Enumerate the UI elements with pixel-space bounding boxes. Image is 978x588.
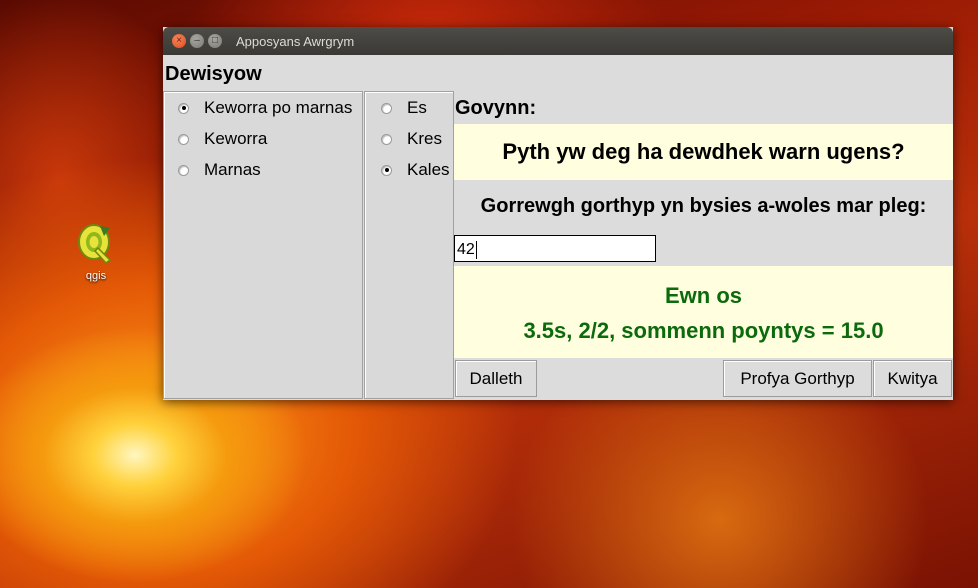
mode-option-label: Keworra po marnas: [204, 98, 353, 117]
qgis-desktop-icon[interactable]: qgis: [70, 222, 122, 282]
result-box: Ewn os 3.5s, 2/2, sommenn poyntys = 15.0: [454, 266, 953, 358]
mode-panel: Keworra po marnas Keworra Marnas: [163, 91, 363, 399]
quit-button[interactable]: Kwitya: [873, 360, 952, 397]
window-content: Dewisyow Keworra po marnas Keworra Marna…: [163, 55, 953, 400]
window-title: Apposyans Awrgrym: [236, 34, 355, 49]
options-heading: Dewisyow: [165, 63, 262, 85]
mode-option-label: Keworra: [204, 129, 268, 148]
desktop-icon-label: qgis: [85, 270, 107, 282]
difficulty-option-1[interactable]: Es: [381, 97, 427, 119]
title-bar[interactable]: × – □ Apposyans Awrgrym: [163, 27, 953, 55]
check-answer-button[interactable]: Profya Gorthyp: [723, 360, 872, 397]
mode-option-label: Marnas: [204, 160, 261, 179]
minimize-button[interactable]: –: [190, 34, 204, 48]
answer-instruction: Gorrewgh gorthyp yn bysies a-woles mar p…: [480, 195, 927, 217]
difficulty-option-label: Es: [407, 98, 427, 117]
radio-selected[interactable]: [178, 102, 189, 114]
qgis-icon: [76, 222, 116, 266]
difficulty-option-3[interactable]: Kales: [381, 159, 450, 181]
answer-value: 42: [457, 241, 475, 258]
app-window: × – □ Apposyans Awrgrym Dewisyow Keworra…: [163, 27, 953, 400]
maximize-button[interactable]: □: [208, 34, 222, 48]
result-score: 3.5s, 2/2, sommenn poyntys = 15.0: [523, 318, 884, 343]
difficulty-panel: Es Kres Kales: [364, 91, 454, 399]
radio-unselected[interactable]: [381, 102, 392, 114]
radio-unselected[interactable]: [178, 133, 189, 145]
question-text: Pyth yw deg ha dewdhek warn ugens?: [454, 124, 953, 180]
mode-option-1[interactable]: Keworra po marnas: [178, 97, 352, 119]
text-cursor: [475, 240, 477, 259]
radio-unselected[interactable]: [381, 133, 392, 145]
radio-unselected[interactable]: [178, 164, 189, 176]
answer-input[interactable]: 42: [454, 235, 656, 262]
difficulty-option-2[interactable]: Kres: [381, 128, 442, 150]
question-label: Govynn:: [455, 97, 537, 119]
close-button[interactable]: ×: [172, 34, 186, 48]
mode-option-2[interactable]: Keworra: [178, 128, 267, 150]
radio-selected[interactable]: [381, 164, 392, 176]
mode-option-3[interactable]: Marnas: [178, 159, 261, 181]
difficulty-option-label: Kales: [407, 160, 450, 179]
start-button[interactable]: Dalleth: [455, 360, 537, 397]
difficulty-option-label: Kres: [407, 129, 442, 148]
result-status: Ewn os: [664, 283, 742, 308]
